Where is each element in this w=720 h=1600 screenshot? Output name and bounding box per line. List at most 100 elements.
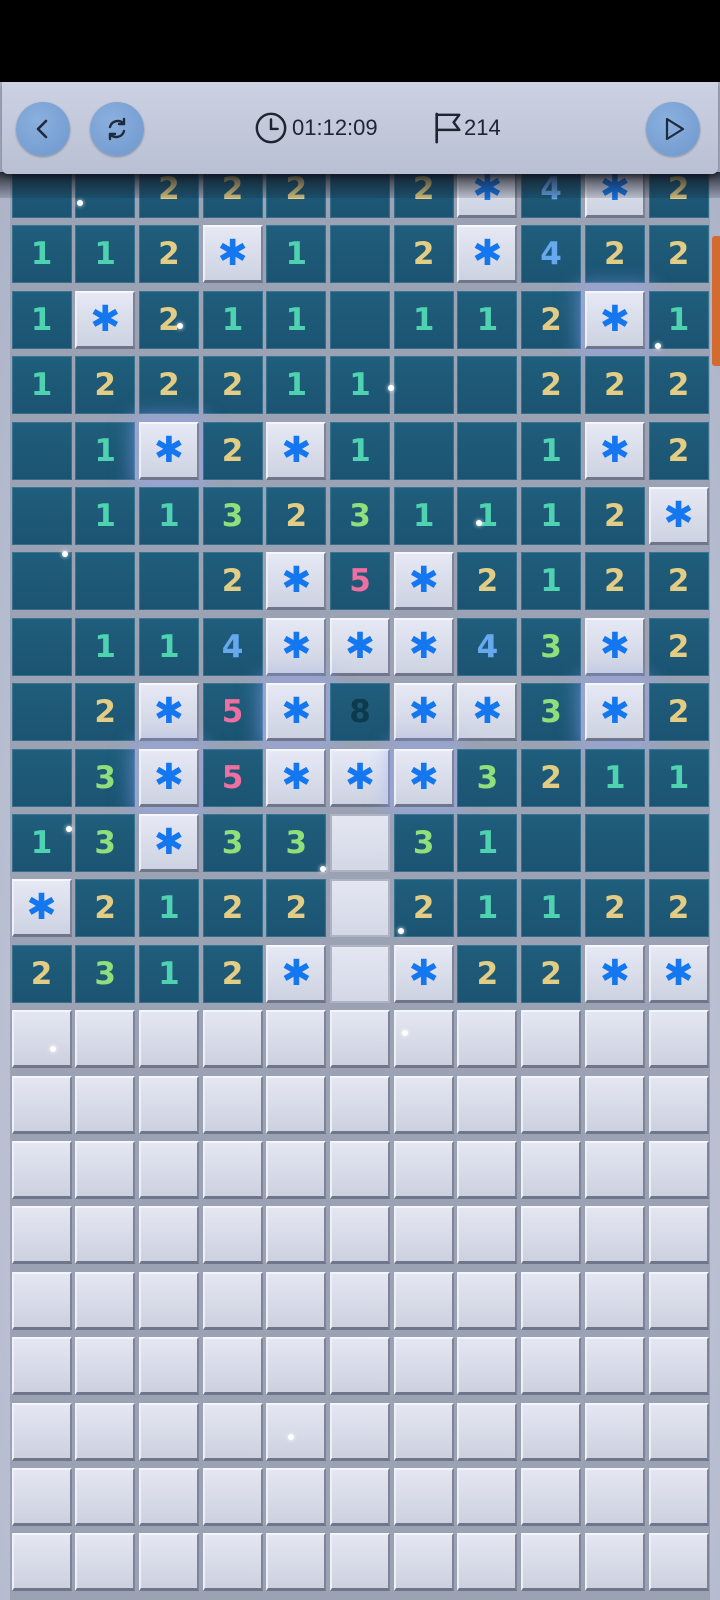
number-cell[interactable]: 2 [138, 356, 199, 415]
number-cell[interactable]: 1 [521, 552, 582, 611]
covered-cell[interactable] [138, 1141, 199, 1199]
covered-cell[interactable] [75, 1337, 136, 1396]
flagged-mine-cell[interactable]: ✱ [202, 225, 263, 284]
number-cell[interactable]: 1 [75, 225, 136, 284]
empty-cell[interactable] [11, 421, 72, 480]
number-cell[interactable]: 3 [330, 487, 390, 545]
number-cell[interactable]: 2 [648, 617, 709, 676]
number-cell[interactable]: 2 [138, 225, 199, 284]
covered-cell[interactable] [11, 1206, 72, 1265]
flagged-mine-cell[interactable]: ✱ [330, 617, 390, 676]
empty-cell[interactable] [457, 421, 518, 480]
covered-cell[interactable] [521, 1271, 582, 1330]
covered-cell[interactable] [330, 1075, 390, 1134]
covered-cell[interactable] [457, 1337, 518, 1396]
covered-cell[interactable] [75, 1206, 136, 1265]
number-cell[interactable]: 1 [648, 748, 709, 807]
empty-cell[interactable] [75, 552, 136, 611]
covered-cell[interactable] [648, 1141, 709, 1199]
number-cell[interactable]: 1 [457, 814, 518, 872]
empty-cell[interactable] [11, 487, 72, 545]
number-cell[interactable]: 2 [457, 552, 518, 611]
number-cell[interactable]: 1 [11, 356, 72, 415]
covered-cell[interactable] [457, 1533, 518, 1592]
number-cell[interactable]: 1 [457, 290, 518, 349]
number-cell[interactable]: 1 [393, 290, 454, 349]
covered-cell[interactable] [584, 1206, 645, 1265]
covered-cell[interactable] [202, 1206, 263, 1265]
covered-cell[interactable] [75, 1141, 136, 1199]
empty-cell[interactable] [11, 617, 72, 676]
covered-cell[interactable] [266, 1337, 327, 1396]
flagged-mine-cell[interactable]: ✱ [266, 552, 327, 611]
covered-cell[interactable] [266, 1010, 327, 1069]
number-cell[interactable]: 1 [138, 487, 199, 545]
covered-cell[interactable] [202, 1533, 263, 1592]
covered-cell[interactable] [648, 1468, 709, 1526]
covered-cell[interactable] [457, 1468, 518, 1526]
covered-cell[interactable] [521, 1533, 582, 1592]
number-cell[interactable]: 2 [75, 879, 136, 938]
covered-cell[interactable] [266, 1141, 327, 1199]
number-cell[interactable]: 1 [11, 814, 72, 872]
flagged-mine-cell[interactable]: ✱ [393, 748, 454, 807]
covered-cell[interactable] [457, 1141, 518, 1199]
number-cell[interactable]: 1 [138, 617, 199, 676]
number-cell[interactable]: 1 [75, 617, 136, 676]
covered-cell[interactable] [457, 1010, 518, 1069]
flagged-mine-cell[interactable]: ✱ [138, 814, 199, 872]
covered-cell[interactable] [648, 1533, 709, 1592]
covered-cell[interactable] [266, 1271, 327, 1330]
number-cell[interactable]: 3 [75, 814, 136, 872]
number-cell[interactable]: 1 [266, 356, 327, 415]
flagged-mine-cell[interactable]: ✱ [75, 290, 136, 349]
covered-cell[interactable] [648, 1337, 709, 1396]
number-cell[interactable]: 1 [75, 421, 136, 480]
flagged-mine-cell[interactable]: ✱ [11, 879, 72, 938]
flagged-mine-cell[interactable]: ✱ [584, 683, 645, 742]
number-cell[interactable]: 2 [521, 290, 582, 349]
covered-cell[interactable] [138, 1533, 199, 1592]
flagged-mine-cell[interactable]: ✱ [584, 290, 645, 349]
number-cell[interactable]: 2 [75, 356, 136, 415]
covered-cell[interactable] [521, 1206, 582, 1265]
back-button[interactable] [16, 102, 70, 156]
covered-cell[interactable] [457, 1075, 518, 1134]
covered-cell[interactable] [393, 1075, 454, 1134]
covered-cell[interactable] [521, 1010, 582, 1069]
number-cell[interactable]: 2 [457, 944, 518, 1003]
covered-cell[interactable] [202, 1468, 263, 1526]
number-cell[interactable]: 2 [202, 879, 263, 938]
number-cell[interactable]: 2 [648, 356, 709, 415]
number-cell[interactable]: 2 [521, 356, 582, 415]
flagged-mine-cell[interactable]: ✱ [393, 552, 454, 611]
number-cell[interactable]: 1 [584, 748, 645, 807]
covered-cell[interactable] [11, 1271, 72, 1330]
covered-cell[interactable] [584, 1533, 645, 1592]
flagged-mine-cell[interactable]: ✱ [648, 944, 709, 1003]
flagged-mine-cell[interactable]: ✱ [584, 421, 645, 480]
covered-cell[interactable] [330, 1141, 390, 1199]
covered-cell[interactable] [393, 1402, 454, 1461]
covered-cell[interactable] [330, 1010, 390, 1069]
number-cell[interactable]: 1 [457, 879, 518, 938]
covered-cell[interactable] [521, 1468, 582, 1526]
covered-cell[interactable] [202, 1141, 263, 1199]
flagged-mine-cell[interactable]: ✱ [138, 683, 199, 742]
number-cell[interactable]: 1 [521, 879, 582, 938]
number-cell[interactable]: 2 [584, 552, 645, 611]
covered-cell[interactable] [457, 1402, 518, 1461]
flagged-mine-cell[interactable]: ✱ [584, 617, 645, 676]
blank-cell[interactable] [330, 944, 390, 1003]
flagged-mine-cell[interactable]: ✱ [138, 748, 199, 807]
covered-cell[interactable] [330, 1206, 390, 1265]
flagged-mine-cell[interactable]: ✱ [138, 421, 199, 480]
number-cell[interactable]: 3 [521, 683, 582, 742]
empty-cell[interactable] [11, 748, 72, 807]
covered-cell[interactable] [266, 1402, 327, 1461]
empty-cell[interactable] [393, 356, 454, 415]
number-cell[interactable]: 3 [75, 944, 136, 1003]
covered-cell[interactable] [648, 1271, 709, 1330]
covered-cell[interactable] [330, 1271, 390, 1330]
flagged-mine-cell[interactable]: ✱ [648, 487, 709, 545]
